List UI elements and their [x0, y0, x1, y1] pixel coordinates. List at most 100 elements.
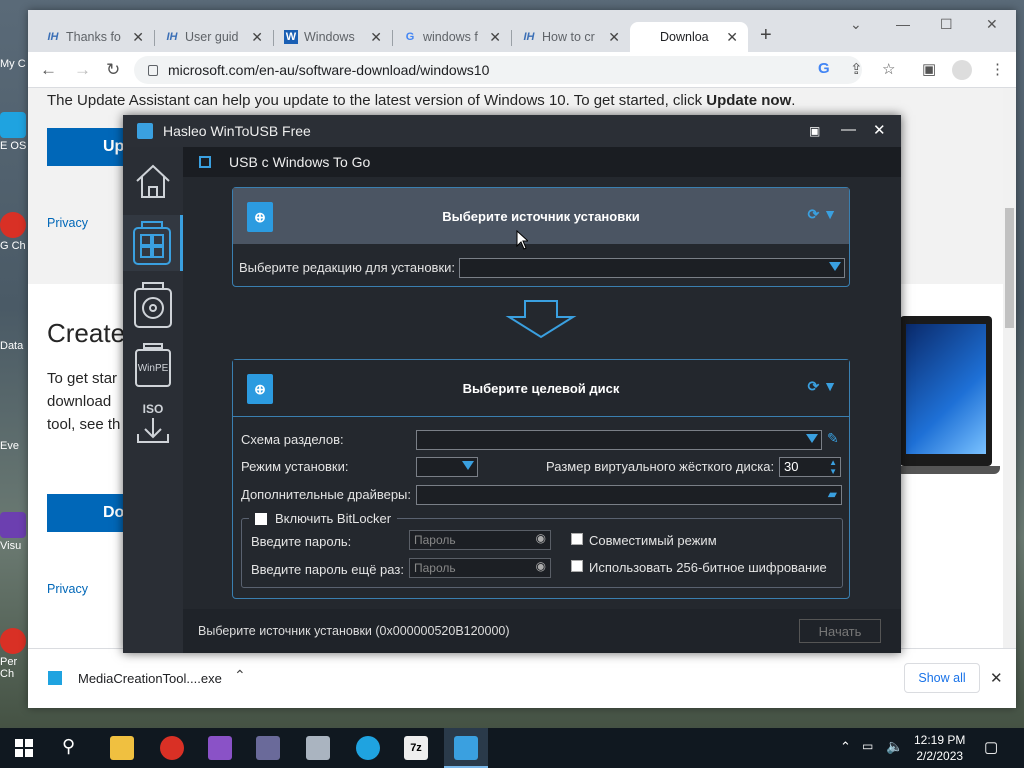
privacy-link[interactable]: Privacy: [47, 582, 88, 596]
tab-user-guide[interactable]: IH User guid ✕: [155, 22, 273, 52]
download-filename[interactable]: MediaCreationTool....exe: [78, 671, 222, 686]
bookmark-star-icon[interactable]: ☆: [882, 60, 895, 78]
app-close-button[interactable]: ✕: [873, 121, 886, 139]
mode-select[interactable]: [416, 457, 478, 477]
dropdown-arrow-icon: [462, 461, 474, 470]
minimize-button[interactable]: —: [896, 16, 910, 32]
home-button[interactable]: [131, 157, 175, 205]
wintousb-taskbar-button[interactable]: [444, 728, 488, 768]
app-minimize-button[interactable]: —: [841, 121, 856, 138]
app-menu-icon[interactable]: ▣: [809, 124, 820, 138]
download-bar: MediaCreationTool....exe ⌃ Show all ✕: [28, 648, 1016, 708]
bitlocker-checkbox[interactable]: [255, 512, 267, 525]
refresh-icon[interactable]: ⟳: [808, 206, 820, 222]
refresh-icon[interactable]: ⟳: [808, 378, 820, 394]
windows-usb-icon: [132, 221, 171, 265]
disk-clone-button[interactable]: [131, 277, 175, 333]
volume-icon[interactable]: 🔈: [886, 738, 903, 755]
close-icon[interactable]: ✕: [132, 29, 144, 46]
side-panel-icon[interactable]: ▣: [922, 60, 936, 78]
drivers-input[interactable]: ▰: [416, 485, 842, 505]
share-icon[interactable]: ⇪: [850, 60, 863, 78]
7zip-icon[interactable]: 7z: [404, 736, 428, 760]
tab-google-search[interactable]: Gwindows f ✕: [393, 22, 511, 52]
address-bar[interactable]: microsoft.com/en-au/software-download/wi…: [134, 56, 862, 84]
body-text-3: tool, see th: [47, 416, 121, 433]
app-titlebar: Hasleo WinToUSB Free ▣ — ✕: [123, 115, 901, 147]
password-confirm-label: Введите пароль ещё раз:: [251, 562, 404, 577]
show-all-button[interactable]: Show all: [904, 663, 980, 693]
back-button[interactable]: ←: [40, 60, 57, 80]
desktop-icon-my-computer[interactable]: My C: [0, 58, 30, 70]
search-icon[interactable]: ⚲: [62, 736, 75, 757]
scroll-thumb[interactable]: [1005, 208, 1014, 328]
compat-mode-checkbox[interactable]: [571, 533, 583, 545]
spinner-icon[interactable]: ▲ ▼: [829, 458, 837, 476]
menu-dots-icon[interactable]: ⋮: [990, 60, 1005, 78]
tab-search-icon[interactable]: ⌄: [850, 16, 862, 33]
password-input[interactable]: Пароль ◉: [409, 530, 551, 550]
edge-icon[interactable]: [356, 736, 380, 760]
desktop-icon-edge[interactable]: E OS: [0, 112, 30, 152]
triangle-down-icon[interactable]: ▼: [823, 378, 837, 394]
chrome-icon[interactable]: [160, 736, 184, 760]
triangle-down-icon[interactable]: ▼: [823, 206, 837, 222]
iso-button[interactable]: ISO: [131, 397, 175, 457]
media-app-icon[interactable]: [256, 736, 280, 760]
visual-studio-icon[interactable]: [208, 736, 232, 760]
start-button[interactable]: Начать: [799, 619, 881, 643]
close-icon[interactable]: ✕: [726, 29, 738, 46]
notifications-icon[interactable]: ▢: [984, 738, 998, 756]
microsoft-logo-icon: [640, 30, 654, 44]
profile-avatar-icon[interactable]: [952, 60, 972, 80]
exe-file-icon: [48, 671, 62, 685]
windows-start-icon[interactable]: [15, 739, 33, 757]
edit-icon[interactable]: ✎: [827, 430, 839, 447]
eye-icon[interactable]: ◉: [536, 559, 546, 573]
chrome-icon: [0, 628, 26, 654]
password-confirm-input[interactable]: Пароль ◉: [409, 558, 551, 578]
close-icon[interactable]: ✕: [251, 29, 263, 46]
source-expand-controls[interactable]: ⟳ ▼: [808, 206, 837, 223]
partition-select[interactable]: [416, 430, 822, 450]
close-window-button[interactable]: ✕: [986, 16, 998, 33]
new-tab-button[interactable]: +: [760, 24, 772, 47]
windows-to-go-button[interactable]: [123, 215, 183, 271]
tray-chevron-icon[interactable]: ⌃: [840, 739, 851, 755]
maximize-button[interactable]: ☐: [940, 16, 953, 33]
google-translate-icon[interactable]: G: [818, 60, 830, 77]
target-header[interactable]: ⊕ Выберите целевой диск ⟳ ▼: [233, 360, 849, 416]
source-header[interactable]: ⊕ Выберите источник установки ⟳ ▼: [233, 188, 849, 244]
close-icon[interactable]: ✕: [489, 29, 501, 46]
bitlocker-toggle[interactable]: Включить BitLocker: [249, 511, 398, 526]
file-explorer-icon[interactable]: [110, 736, 134, 760]
tab-download-active[interactable]: Downloa ✕: [630, 22, 748, 52]
reload-button[interactable]: ↻: [106, 60, 120, 80]
page-scrollbar[interactable]: [1003, 88, 1016, 648]
target-expand-controls[interactable]: ⟳ ▼: [808, 378, 837, 395]
desktop-icon-data[interactable]: Data: [0, 340, 30, 352]
edition-select[interactable]: [459, 258, 845, 278]
network-icon[interactable]: ▭: [862, 739, 873, 753]
winpe-button[interactable]: WinPE: [131, 337, 175, 393]
forward-button[interactable]: →: [74, 60, 91, 80]
remote-desktop-icon[interactable]: [306, 736, 330, 760]
privacy-link[interactable]: Privacy: [47, 216, 88, 230]
vhd-size-input[interactable]: 30 ▲ ▼: [779, 457, 841, 477]
desktop-icon-chrome[interactable]: G Ch: [0, 212, 30, 252]
eye-icon[interactable]: ◉: [536, 531, 546, 545]
tab-thanks[interactable]: IH Thanks fo ✕: [36, 22, 154, 52]
desktop-icon-chrome2[interactable]: Per Ch: [0, 628, 30, 680]
tab-windows[interactable]: W Windows ✕: [274, 22, 392, 52]
clock[interactable]: 12:19 PM 2/2/2023: [914, 732, 965, 764]
close-icon[interactable]: ✕: [608, 29, 620, 46]
folder-icon[interactable]: ▰: [828, 487, 837, 501]
close-icon[interactable]: ✕: [370, 29, 382, 46]
tab-how-to[interactable]: IH How to cr ✕: [512, 22, 630, 52]
arrow-down-icon: [505, 300, 577, 339]
desktop-icon-visual-studio[interactable]: Visu: [0, 512, 30, 552]
chevron-up-icon[interactable]: ⌃: [234, 667, 246, 684]
close-download-bar-button[interactable]: ✕: [990, 669, 1003, 687]
aes256-checkbox[interactable]: [571, 560, 583, 572]
desktop-icon-everything[interactable]: Eve: [0, 440, 30, 452]
